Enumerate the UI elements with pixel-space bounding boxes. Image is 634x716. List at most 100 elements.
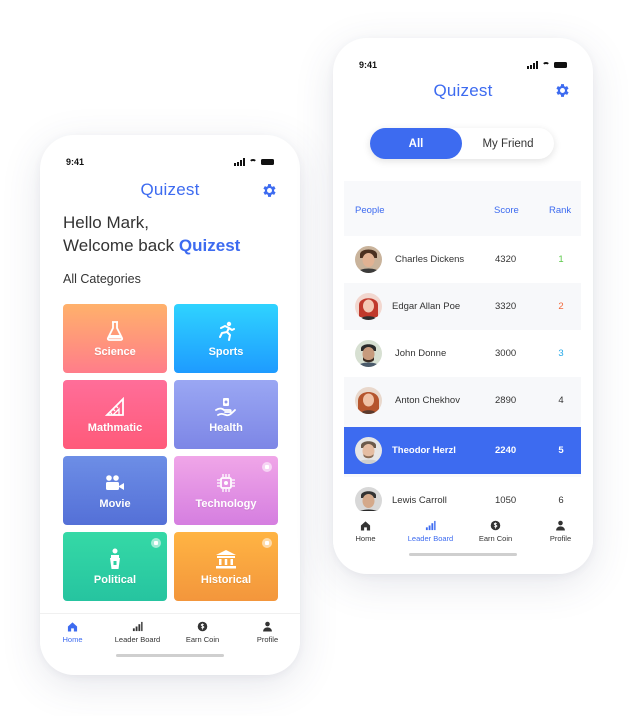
player-score: 3320 [495,301,517,312]
status-bar: 9:41 [40,157,300,173]
nav-profile[interactable]: Profile [531,519,591,543]
category-label: Technology [195,497,257,510]
header-rank: Rank [549,205,572,216]
player-rank: 4 [558,395,564,406]
wifi-icon [542,62,550,68]
nav-label: Leader Board [114,635,161,644]
player-name: Lewis Carroll [392,495,447,506]
player-name: Anton Chekhov [395,395,460,406]
avatar [355,487,382,511]
lock-icon [262,538,272,548]
header-score: Score [494,205,519,216]
battery-icon [554,62,567,68]
coin-icon [490,519,502,531]
nav-label: Leader Board [407,534,454,543]
category-political[interactable]: Political [63,532,167,601]
chip-icon [215,472,237,494]
toggle-my-friend[interactable]: My Friend [462,128,554,159]
profile-icon [555,519,567,531]
category-label: Health [209,421,243,434]
avatar [355,387,382,414]
coin-icon [197,620,209,632]
greeting-text: Hello Mark, [63,213,149,232]
status-icons [234,158,274,166]
category-technology[interactable]: Technology [174,456,278,525]
health-icon [215,396,237,418]
table-row[interactable]: Anton Chekhov 2890 4 [344,377,581,424]
nav-label: Home [62,635,83,644]
nav-earn-coin[interactable]: Earn Coin [466,519,526,543]
nav-label: Profile [256,635,279,644]
player-rank: 1 [558,254,564,265]
category-label: Political [93,573,137,586]
player-score: 4320 [495,254,517,265]
museum-icon [215,548,237,570]
nav-home[interactable]: Home [43,620,103,644]
status-bar: 9:41 [333,60,593,76]
player-rank: 5 [558,445,564,456]
bar-chart-icon [132,620,144,632]
runner-icon [215,320,237,342]
category-label: Historical [200,573,252,586]
nav-label: Earn Coin [185,635,220,644]
welcome-prefix: Welcome back [63,236,179,255]
home-indicator [409,553,517,556]
home-icon [67,620,79,632]
welcome-text: Welcome back Quizest [63,236,240,256]
category-science[interactable]: Science [63,304,167,373]
nav-label: Profile [549,534,572,543]
lock-icon [262,462,272,472]
lock-icon [151,538,161,548]
status-time: 9:41 [359,60,378,70]
table-header: People Score Rank [344,181,581,236]
settings-gear-icon[interactable] [261,182,278,199]
avatar [355,293,382,320]
player-name: Theodor Herzl [392,445,456,456]
settings-gear-icon[interactable] [554,82,571,99]
avatar [355,340,382,367]
category-mathmatic[interactable]: Mathmatic [63,380,167,449]
player-name: Charles Dickens [395,254,465,265]
player-rank: 3 [558,348,564,359]
player-rank: 2 [558,301,564,312]
nav-label: Home [355,534,376,543]
category-label: Science [94,345,136,358]
home-screen-phone: 9:41 Quizest Hello Mark, Welcome back Qu… [40,135,300,675]
category-historical[interactable]: Historical [174,532,278,601]
home-icon [360,519,372,531]
category-sports[interactable]: Sports [174,304,278,373]
nav-home[interactable]: Home [336,519,396,543]
flask-icon [104,320,126,342]
profile-icon [262,620,274,632]
battery-icon [261,159,274,165]
table-row-current-user[interactable]: Theodor Herzl 2240 5 [344,427,581,474]
player-score: 1050 [495,495,517,506]
player-name: John Donne [395,348,447,359]
wifi-icon [249,159,257,165]
nav-leader-board[interactable]: Leader Board [108,620,168,644]
category-health[interactable]: Health [174,380,278,449]
filter-toggle: All My Friend [370,128,554,159]
bottom-nav: Home Leader Board Earn Coin Profile [333,513,593,549]
table-row[interactable]: Lewis Carroll 1050 6 [344,477,581,511]
nav-profile[interactable]: Profile [238,620,298,644]
podium-icon [104,548,126,570]
camera-icon [104,472,126,494]
status-time: 9:41 [66,157,85,167]
categories-title: All Categories [63,272,141,286]
category-label: Mathmatic [87,421,143,434]
status-icons [527,61,567,69]
toggle-all[interactable]: All [370,128,462,159]
table-row[interactable]: Charles Dickens 4320 1 [344,236,581,283]
nav-leader-board[interactable]: Leader Board [401,519,461,543]
player-score: 2240 [495,445,517,456]
player-rank: 6 [558,495,564,506]
home-indicator [116,654,224,657]
category-movie[interactable]: Movie [63,456,167,525]
nav-earn-coin[interactable]: Earn Coin [173,620,233,644]
bottom-nav: Home Leader Board Earn Coin Profile [40,613,300,650]
table-row[interactable]: John Donne 3000 3 [344,330,581,377]
player-score: 2890 [495,395,517,406]
table-row[interactable]: Edgar Allan Poe 3320 2 [344,283,581,330]
player-score: 3000 [495,348,517,359]
